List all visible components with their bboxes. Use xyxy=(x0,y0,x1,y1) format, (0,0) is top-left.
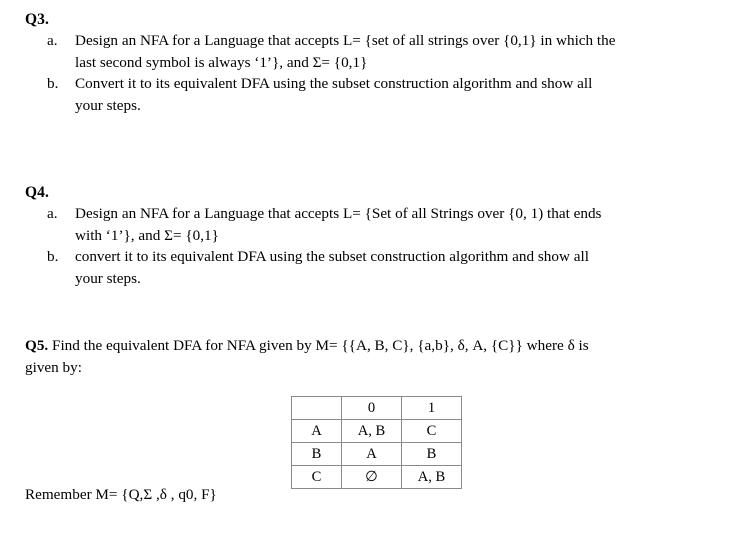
table-header-symbol-0: 0 xyxy=(341,396,402,420)
item-line: with ‘1’}, and Σ= {0,1} xyxy=(75,226,219,244)
table-row: B A B xyxy=(291,442,462,466)
item-marker-q4-b: b. xyxy=(47,248,59,265)
item-line: your steps. xyxy=(75,269,141,287)
q5-second-line: given by: xyxy=(25,358,82,376)
item-line: Design an NFA for a Language that accept… xyxy=(75,205,602,222)
item-line: last second symbol is always ‘1’}, and Σ… xyxy=(75,53,368,71)
q5-first-line: Q5. Find the equivalent DFA for NFA give… xyxy=(25,335,731,357)
question-label-q5: Q5. xyxy=(25,337,49,354)
table-cell: B xyxy=(401,442,462,466)
item-marker-q3-a: a. xyxy=(47,32,58,49)
item-line: convert it to its equivalent DFA using t… xyxy=(75,248,589,265)
item-text-q4-a: Design an NFA for a Language that accept… xyxy=(75,203,731,246)
item-line: your steps. xyxy=(75,96,141,114)
item-marker-q4-a: a. xyxy=(47,205,58,222)
question-block-q5: Q5. Find the equivalent DFA for NFA give… xyxy=(25,335,731,378)
transition-table: 0 1 A A, B C B A B C ∅ A, B xyxy=(291,396,462,489)
table-cell: A, B xyxy=(401,465,462,489)
table-header-symbol-1: 1 xyxy=(401,396,462,420)
table-cell: A, B xyxy=(341,419,402,443)
table-cell: A xyxy=(341,442,402,466)
item-text-q4-b: convert it to its equivalent DFA using t… xyxy=(75,246,731,289)
item-line: Convert it to its equivalent DFA using t… xyxy=(75,75,593,92)
q5-text: Find the equivalent DFA for NFA given by… xyxy=(48,337,589,354)
question-item-q4-a: a. Design an NFA for a Language that acc… xyxy=(0,203,749,246)
question-items-q4: a. Design an NFA for a Language that acc… xyxy=(0,203,749,289)
question-block-q3: Q3. a. Design an NFA for a Language that… xyxy=(0,10,749,116)
question-item-q4-b: b. convert it to its equivalent DFA usin… xyxy=(0,246,749,289)
item-marker-q3-b: b. xyxy=(47,75,59,92)
question-block-q4: Q4. a. Design an NFA for a Language that… xyxy=(0,183,749,289)
transition-table-container: 0 1 A A, B C B A B C ∅ A, B xyxy=(291,396,462,489)
table-cell-empty-set: ∅ xyxy=(341,465,402,489)
question-items-q3: a. Design an NFA for a Language that acc… xyxy=(0,30,749,116)
table-cell: C xyxy=(401,419,462,443)
table-row-state: C xyxy=(291,465,342,489)
table-row: C ∅ A, B xyxy=(291,465,462,489)
table-row-state: B xyxy=(291,442,342,466)
transition-table-body: A A, B C B A B C ∅ A, B xyxy=(291,419,462,489)
table-row-state: A xyxy=(291,419,342,443)
table-header-row: 0 1 xyxy=(291,396,462,420)
question-item-q3-b: b. Convert it to its equivalent DFA usin… xyxy=(0,73,749,116)
question-label-q4: Q4. xyxy=(25,184,49,201)
transition-table-head: 0 1 xyxy=(291,396,462,420)
item-text-q3-a: Design an NFA for a Language that accept… xyxy=(75,30,731,73)
item-text-q3-b: Convert it to its equivalent DFA using t… xyxy=(75,73,731,116)
document-page: Q3. a. Design an NFA for a Language that… xyxy=(0,0,749,551)
table-corner-cell xyxy=(291,396,342,420)
question-label-q3: Q3. xyxy=(25,11,49,28)
question-item-q3-a: a. Design an NFA for a Language that acc… xyxy=(0,30,749,73)
table-row: A A, B C xyxy=(291,419,462,443)
remember-note: Remember M= {Q,Σ ,δ , q0, F} xyxy=(25,486,217,503)
item-line: Design an NFA for a Language that accept… xyxy=(75,32,616,49)
